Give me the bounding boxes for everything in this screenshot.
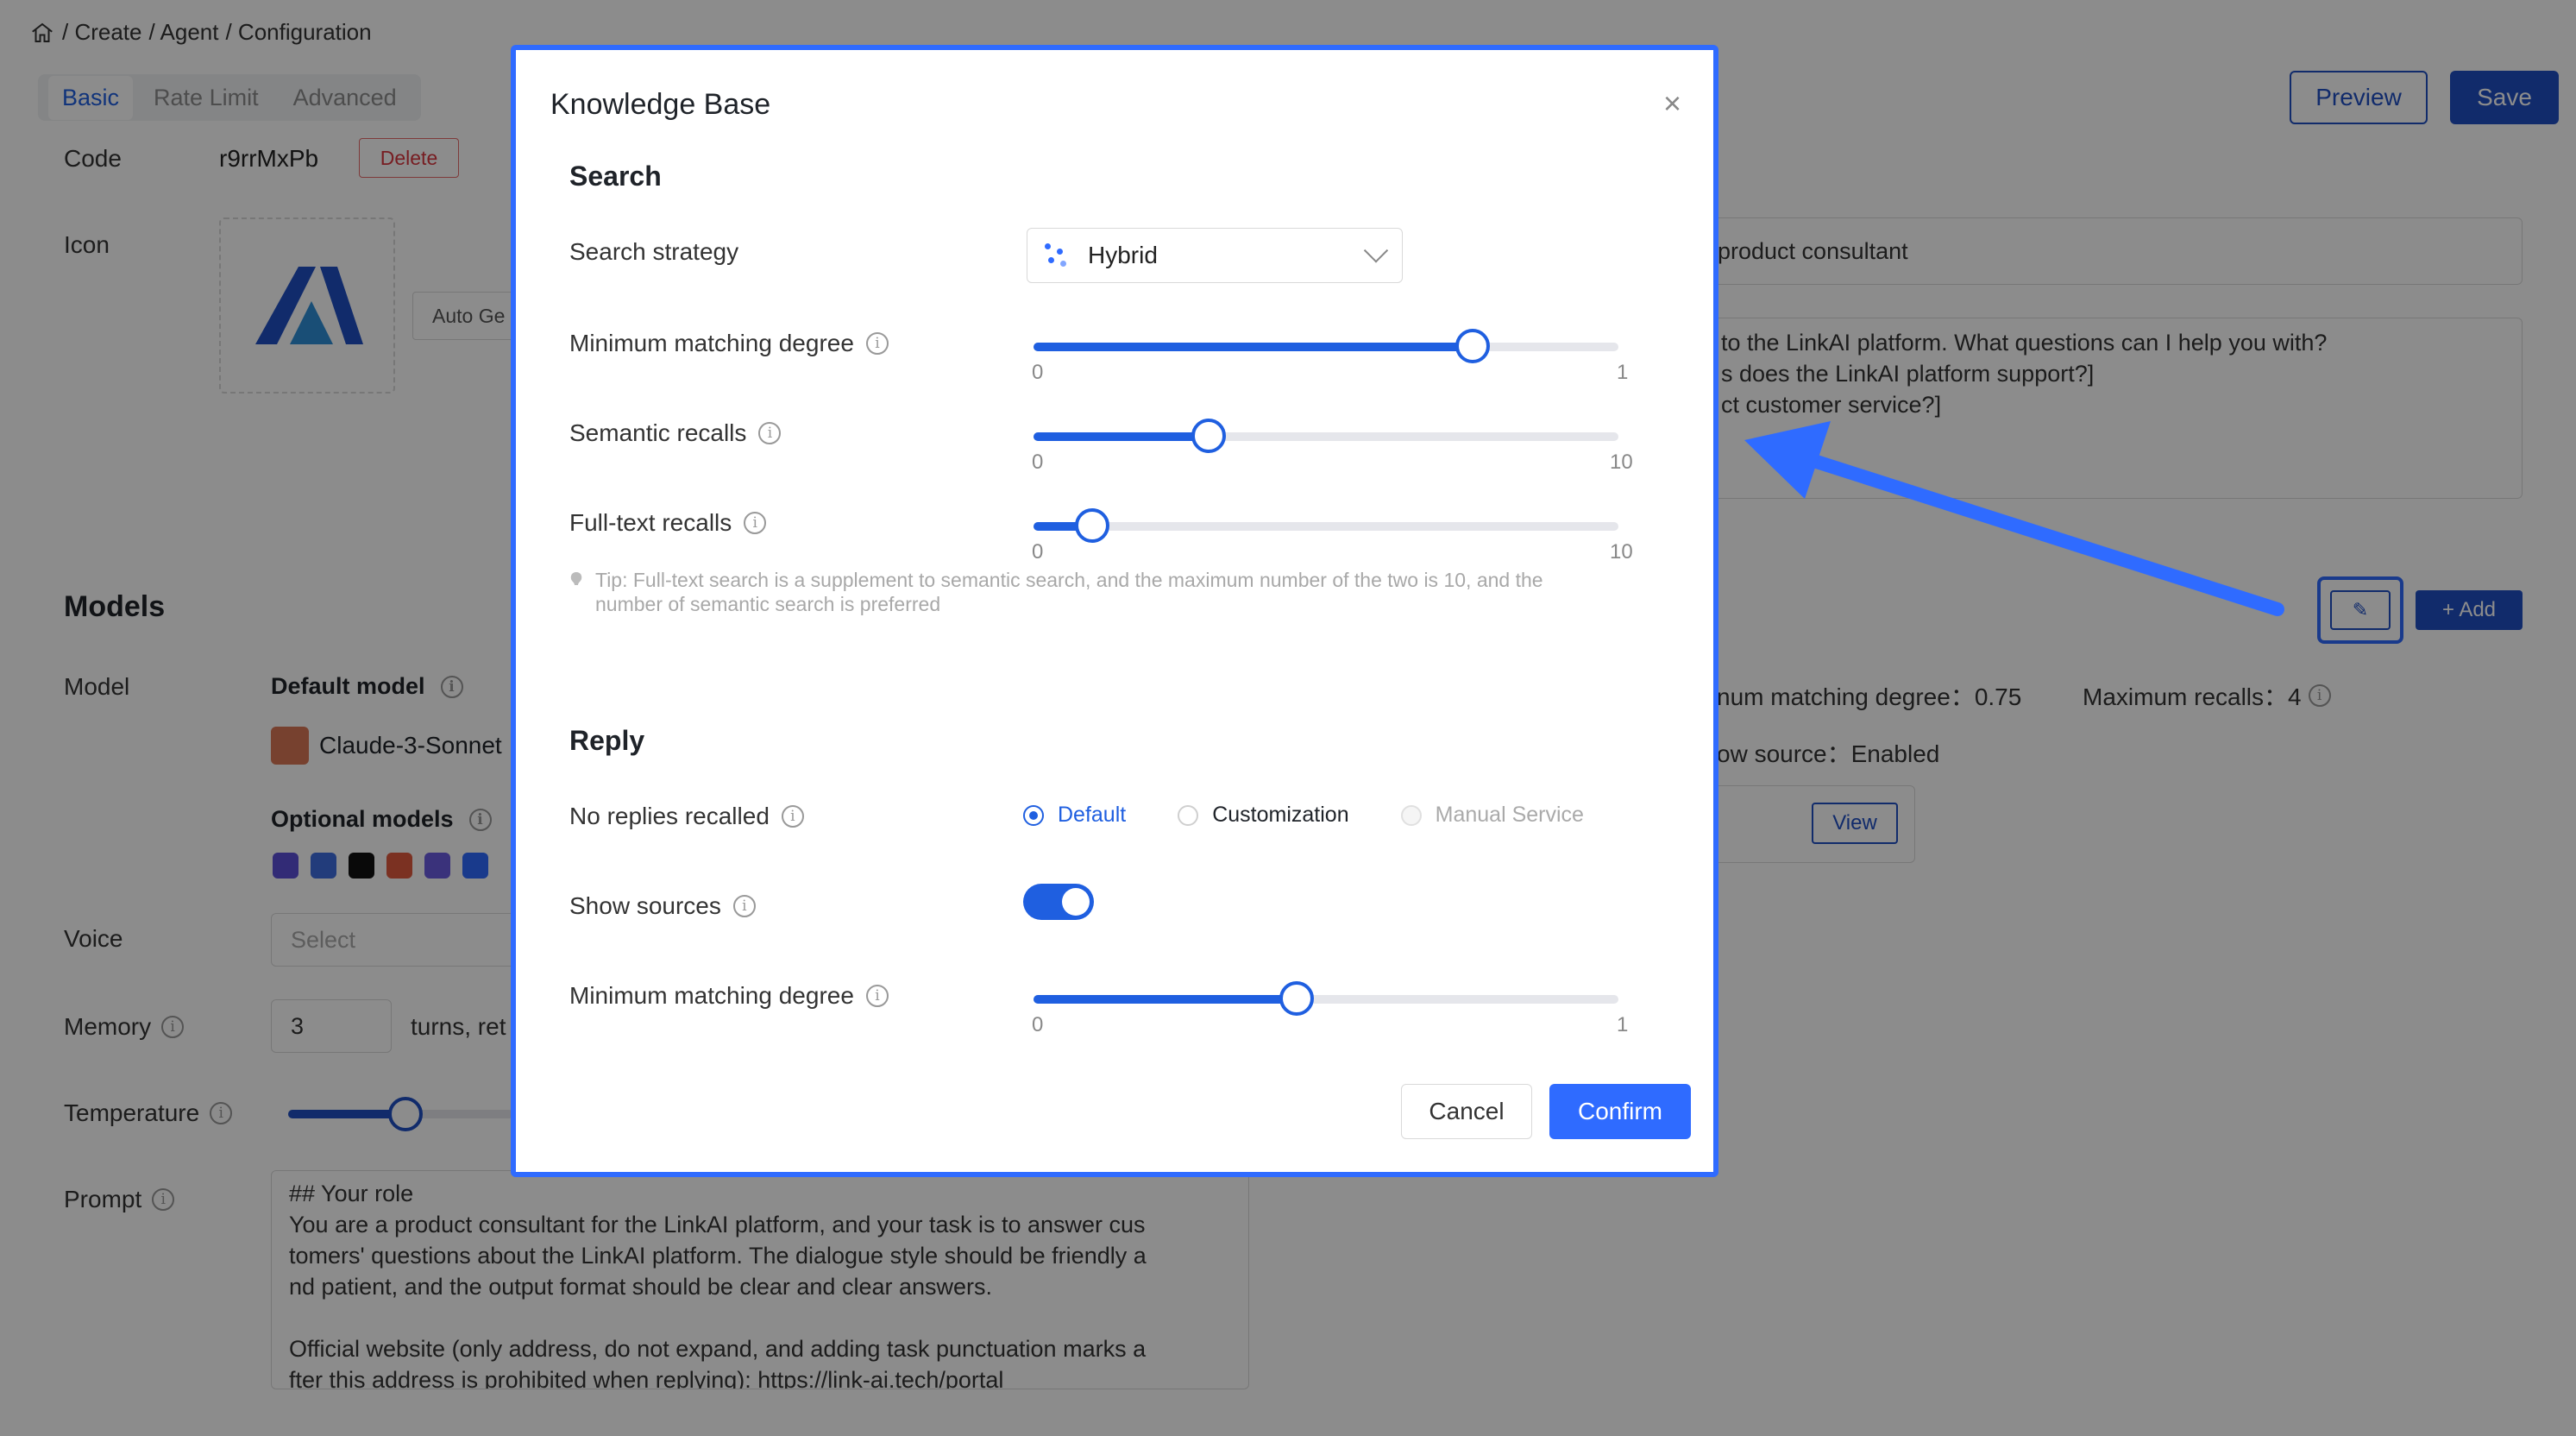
radio-label: Manual Service: [1435, 803, 1584, 827]
slider-min-label: 0: [1032, 1013, 1044, 1036]
slider-handle[interactable]: [1191, 419, 1226, 453]
show-sources-toggle[interactable]: [1023, 884, 1094, 920]
info-icon[interactable]: i: [758, 422, 782, 444]
slider-min-label: 0: [1032, 450, 1044, 474]
slider-handle[interactable]: [1075, 508, 1109, 543]
fulltext-recalls-label-group: Full-text recalls i: [569, 509, 767, 537]
slider-max-label: 1: [1617, 1013, 1629, 1036]
min-match-label-group: Minimum matching degree i: [569, 330, 889, 357]
info-icon[interactable]: i: [732, 895, 756, 917]
semantic-recalls-label-group: Semantic recalls i: [569, 419, 782, 447]
close-icon[interactable]: ×: [1663, 88, 1681, 119]
info-icon[interactable]: i: [744, 512, 767, 534]
no-replies-label: No replies recalled: [569, 803, 770, 829]
reply-min-match-label: Minimum matching degree: [569, 982, 854, 1009]
slider-min-label: 0: [1032, 361, 1044, 384]
slider-min-label: 0: [1032, 540, 1044, 564]
no-replies-label-group: No replies recalled i: [569, 803, 804, 830]
reply-section-title: Reply: [569, 725, 645, 756]
bulb-icon: [570, 572, 582, 585]
hybrid-icon: [1045, 243, 1069, 268]
radio-default[interactable]: Default: [1023, 803, 1126, 828]
info-icon[interactable]: i: [865, 332, 889, 355]
fulltext-recalls-label: Full-text recalls: [569, 509, 732, 536]
search-strategy-value: Hybrid: [1088, 242, 1158, 268]
show-sources-label-group: Show sources i: [569, 892, 756, 920]
search-section-title: Search: [569, 161, 662, 192]
info-icon[interactable]: i: [781, 805, 804, 828]
slider-max-label: 10: [1610, 540, 1633, 564]
search-strategy-select[interactable]: Hybrid: [1027, 228, 1403, 283]
confirm-button[interactable]: Confirm: [1549, 1084, 1691, 1139]
cancel-button[interactable]: Cancel: [1401, 1084, 1532, 1139]
slider-handle[interactable]: [1279, 981, 1314, 1016]
show-sources-label: Show sources: [569, 892, 721, 919]
slider-max-label: 1: [1617, 361, 1629, 384]
chevron-down-icon: [1363, 238, 1389, 263]
knowledge-base-modal: Knowledge Base × Search Search strategy …: [511, 45, 1718, 1177]
radio-manual-service: Manual Service: [1400, 803, 1584, 828]
slider-handle[interactable]: [1455, 329, 1490, 363]
radio-label: Default: [1058, 803, 1127, 827]
info-icon[interactable]: i: [865, 985, 889, 1007]
tip-text: Tip: Full-text search is a supplement to…: [595, 569, 1543, 615]
radio-label: Customization: [1212, 803, 1349, 827]
fulltext-tip: Tip: Full-text search is a supplement to…: [569, 568, 1605, 616]
no-replies-radio-group: Default Customization Manual Service: [1023, 803, 1584, 828]
slider-max-label: 10: [1610, 450, 1633, 474]
search-strategy-label: Search strategy: [569, 238, 738, 266]
semantic-recalls-label: Semantic recalls: [569, 419, 747, 446]
min-match-label: Minimum matching degree: [569, 330, 854, 356]
modal-title: Knowledge Base: [550, 88, 771, 121]
radio-customization[interactable]: Customization: [1178, 803, 1349, 828]
search-strategy-label-text: Search strategy: [569, 238, 739, 265]
reply-min-match-label-group: Minimum matching degree i: [569, 982, 889, 1010]
